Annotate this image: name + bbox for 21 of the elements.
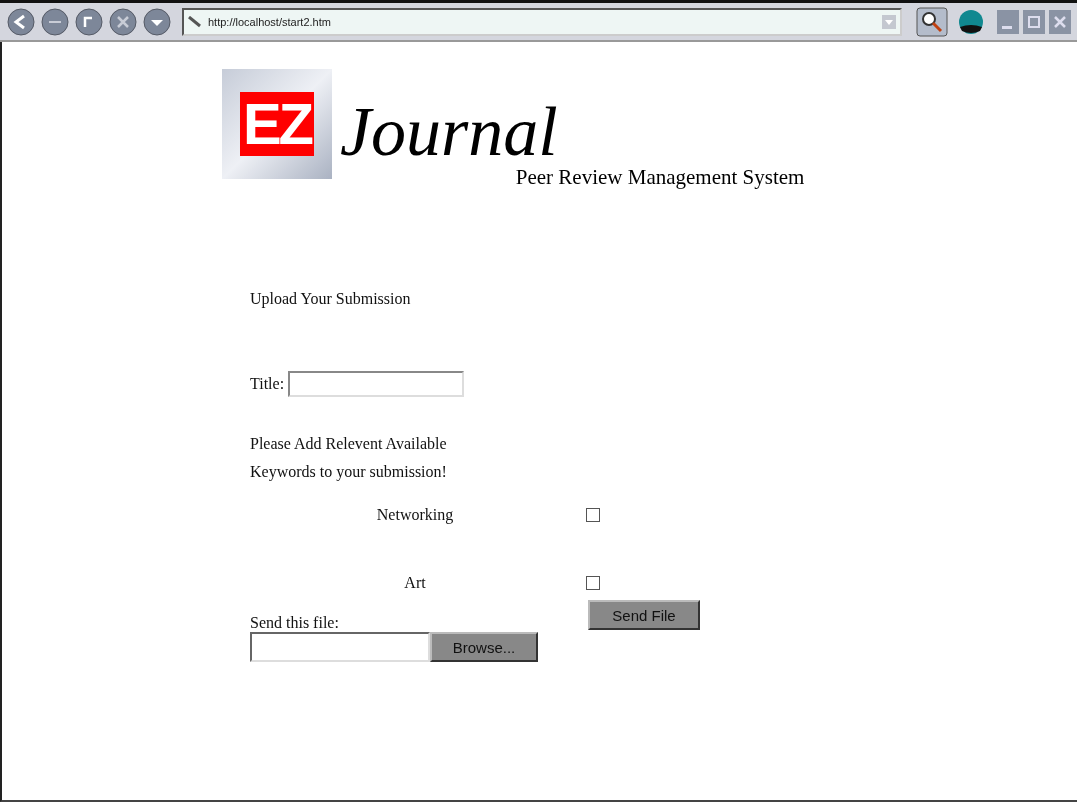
form-heading: Upload Your Submission [250,290,412,310]
globe-icon[interactable] [958,8,984,35]
title-label: Title: [250,375,285,393]
browse-button[interactable]: Browse... [430,632,538,662]
search-icon[interactable] [916,6,948,37]
keyword-label: Networking [375,506,455,524]
file-field[interactable] [250,632,430,662]
back-icon[interactable] [6,6,36,37]
logo-badge: EZ [222,69,332,179]
stop-icon[interactable] [108,6,138,37]
file-label: Send this file: [250,614,340,632]
send-file-button[interactable]: Send File [588,600,700,630]
keyword-checkbox[interactable] [586,508,600,522]
logo-name: Journal [340,97,558,167]
keyword-checkbox[interactable] [586,576,600,590]
keyword-label: Art [403,574,427,592]
address-field[interactable]: http://localhost/start2.htm [182,7,902,36]
title-field[interactable] [288,371,465,397]
home-icon[interactable] [142,6,172,37]
keywords-prompt: Please Add Relevent Available Keywords to your submission! [250,434,448,483]
logo-tagline: Peer Review Management System [515,165,805,190]
